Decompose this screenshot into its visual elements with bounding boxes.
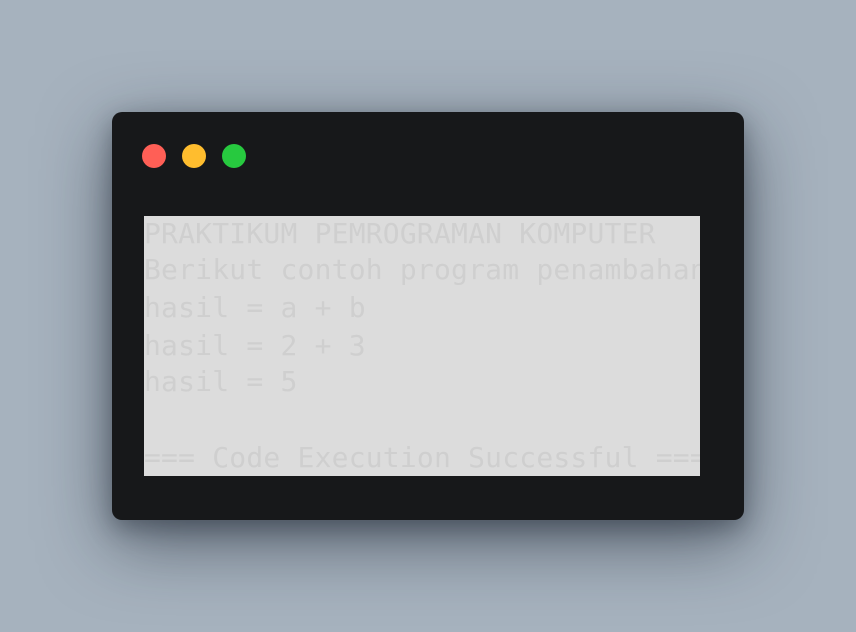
output-line-substitution: hasil = 2 + 3 bbox=[144, 329, 366, 362]
terminal-window: PRAKTIKUM PEMROGRAMAN KOMPUTER Berikut c… bbox=[112, 112, 744, 520]
output-line-result: hasil = 5 bbox=[144, 365, 298, 398]
output-line-formula: hasil = a + b bbox=[144, 291, 366, 324]
minimize-icon[interactable] bbox=[182, 144, 206, 168]
console-output: PRAKTIKUM PEMROGRAMAN KOMPUTER Berikut c… bbox=[144, 216, 700, 476]
output-line-description: Berikut contoh program penambahan bbox=[144, 253, 700, 286]
execution-status: === Code Execution Successful === bbox=[144, 441, 700, 474]
output-line-title: PRAKTIKUM PEMROGRAMAN KOMPUTER bbox=[144, 217, 656, 250]
close-icon[interactable] bbox=[142, 144, 166, 168]
maximize-icon[interactable] bbox=[222, 144, 246, 168]
